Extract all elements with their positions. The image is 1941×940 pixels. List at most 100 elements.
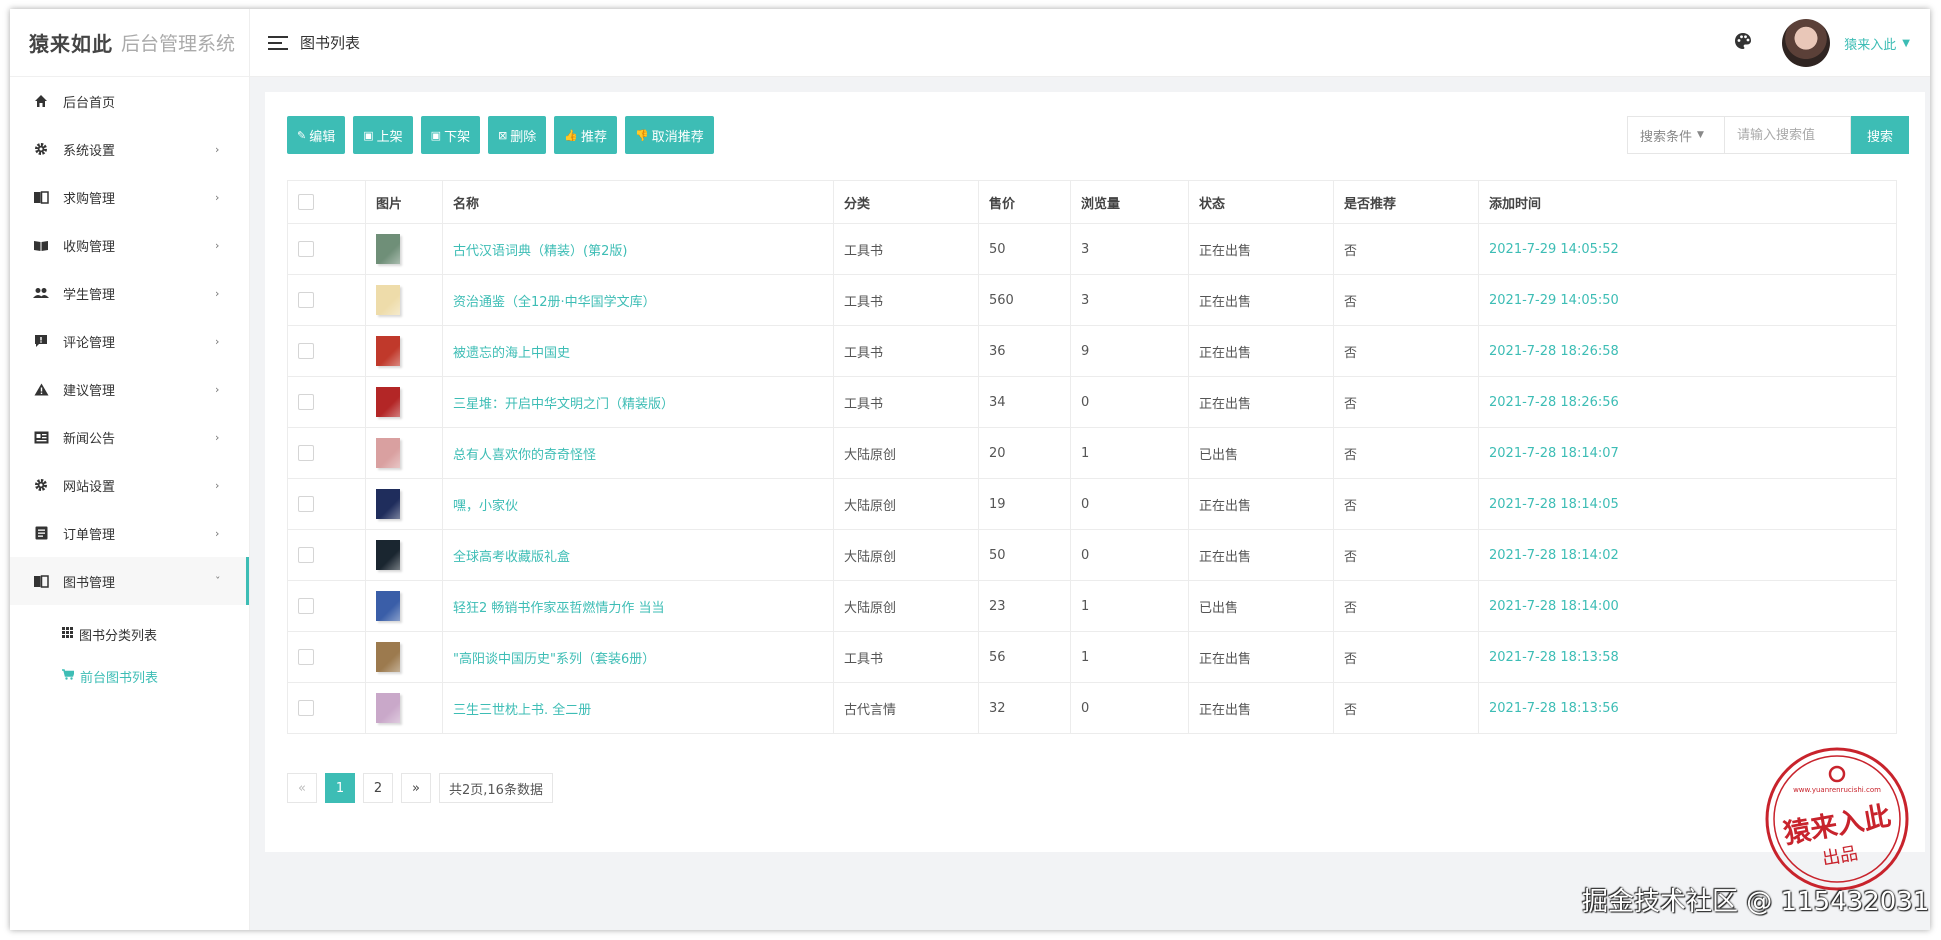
column-header: 添加时间 xyxy=(1478,180,1897,224)
sidebar-item-orders[interactable]: 订单管理 › xyxy=(10,509,249,557)
book-recommended: 否 xyxy=(1333,376,1479,428)
row-checkbox[interactable] xyxy=(298,241,314,257)
sidebar-item-label: 建议管理 xyxy=(63,383,116,399)
sidebar-item-purchase-request[interactable]: 求购管理 › xyxy=(10,173,249,221)
select-all-cell xyxy=(287,180,366,224)
gear-icon xyxy=(31,478,51,492)
news-icon xyxy=(31,431,51,444)
book-added-time: 2021-7-28 18:26:58 xyxy=(1478,325,1897,377)
book-views: 9 xyxy=(1070,325,1189,377)
row-checkbox[interactable] xyxy=(298,343,314,359)
sidebar-item-label: 收购管理 xyxy=(63,239,116,255)
page-button-2[interactable]: 2 xyxy=(363,773,393,803)
row-select-cell xyxy=(287,682,366,734)
book-name-link[interactable]: 嘿，小家伙 xyxy=(453,499,518,514)
select-all-checkbox[interactable] xyxy=(298,194,314,210)
added-time-text: 2021-7-28 18:14:02 xyxy=(1489,547,1619,563)
recommend-button-label: 推荐 xyxy=(581,129,608,145)
row-checkbox[interactable] xyxy=(298,394,314,410)
book-recommended: 否 xyxy=(1333,325,1479,377)
unrecommend-button[interactable]: 👎 取消推荐 xyxy=(625,116,714,154)
row-checkbox[interactable] xyxy=(298,598,314,614)
book-cover-image xyxy=(376,489,400,519)
sidebar-item-label: 新闻公告 xyxy=(63,431,116,447)
sidebar-item-acquisition[interactable]: 收购管理 › xyxy=(10,221,249,269)
chevron-right-icon: › xyxy=(215,334,220,348)
book-image-cell xyxy=(365,376,443,428)
row-select-cell xyxy=(287,580,366,632)
palette-icon[interactable] xyxy=(1734,32,1752,54)
book-category: 古代言情 xyxy=(833,682,979,734)
menu-toggle-icon[interactable] xyxy=(268,35,288,50)
added-time-text: 2021-7-28 18:26:56 xyxy=(1489,394,1619,410)
book-recommended: 否 xyxy=(1333,478,1479,530)
book-views: 1 xyxy=(1070,580,1189,632)
logo[interactable]: 猿来如此 后台管理系统 xyxy=(10,9,249,77)
row-checkbox[interactable] xyxy=(298,700,314,716)
book-name-link[interactable]: 古代汉语词典（精装）(第2版) xyxy=(453,244,627,259)
row-checkbox[interactable] xyxy=(298,445,314,461)
book-status: 正在出售 xyxy=(1188,376,1334,428)
sidebar-item-label: 后台首页 xyxy=(63,95,116,111)
book-image-cell xyxy=(365,223,443,275)
sidebar-item-site-settings[interactable]: 网站设置 › xyxy=(10,461,249,509)
row-checkbox[interactable] xyxy=(298,547,314,563)
book-name-link[interactable]: 总有人喜欢你的奇奇怪怪 xyxy=(453,448,596,463)
sidebar-item-students[interactable]: 学生管理 › xyxy=(10,269,249,317)
search-input[interactable] xyxy=(1725,116,1851,154)
table-row: 三生三世枕上书. 全二册 古代言情 32 0 正在出售否 2021-7-28 18:13:… xyxy=(287,682,1897,734)
sidebar-item-suggestions[interactable]: 建议管理 › xyxy=(10,365,249,413)
table-body: 古代汉语词典（精装）(第2版) 工具书 50 3 正在出售否 2021-7-29 14:0… xyxy=(287,223,1897,734)
search-button[interactable]: 搜索 xyxy=(1851,116,1909,154)
user-name[interactable]: 猿来入此 xyxy=(1844,34,1896,53)
book-category: 工具书 xyxy=(833,376,979,428)
delete-button[interactable]: ⊠ 删除 xyxy=(488,116,547,154)
sidebar-item-books[interactable]: 图书管理 ˇ xyxy=(10,557,249,605)
on-shelf-button[interactable]: ▣ 上架 xyxy=(353,116,413,154)
book-cover-image xyxy=(376,234,400,264)
arrow-down-box-icon: ▣ xyxy=(430,128,442,142)
row-checkbox[interactable] xyxy=(298,496,314,512)
added-time-text: 2021-7-28 18:14:05 xyxy=(1489,496,1619,512)
thumbs-down-icon: 👎 xyxy=(635,128,649,142)
book-added-time: 2021-7-28 18:14:05 xyxy=(1478,478,1897,530)
sidebar-subitem-front-book-list[interactable]: 前台图书列表 xyxy=(10,655,249,697)
book-added-time: 2021-7-28 18:14:02 xyxy=(1478,529,1897,581)
book-name-link[interactable]: 资治通鉴（全12册·中华国学文库） xyxy=(453,295,656,310)
book-name-link[interactable]: 三星堆：开启中华文明之门（精装版） xyxy=(453,397,674,412)
page-button-1[interactable]: 1 xyxy=(325,773,355,803)
edit-button[interactable]: ✎ 编辑 xyxy=(287,116,346,154)
recommend-button[interactable]: 👍 推荐 xyxy=(554,116,618,154)
sidebar-subitem-book-categories[interactable]: 图书分类列表 xyxy=(10,613,249,655)
off-shelf-button[interactable]: ▣ 下架 xyxy=(420,116,481,154)
row-checkbox[interactable] xyxy=(298,649,314,665)
row-checkbox[interactable] xyxy=(298,292,314,308)
book-price: 50 xyxy=(978,529,1071,581)
avatar[interactable] xyxy=(1782,19,1831,67)
search-condition-dropdown[interactable]: 搜索条件 ▼ xyxy=(1627,116,1725,154)
sidebar-item-system-settings[interactable]: 系统设置 › xyxy=(10,125,249,173)
sidebar-item-home[interactable]: 后台首页 xyxy=(10,77,249,125)
caret-down-icon[interactable]: ▼ xyxy=(1902,38,1910,49)
table-row: "高阳谈中国历史"系列（套装6册） 工具书 56 1 正在出售否 2021-7-28 18… xyxy=(287,631,1897,683)
sidebar-item-news[interactable]: 新闻公告 › xyxy=(10,413,249,461)
book-name-link[interactable]: 被遗忘的海上中国史 xyxy=(453,346,570,361)
book-name-link[interactable]: 轻狂2 畅销书作家巫哲燃情力作 当当 xyxy=(453,601,665,616)
row-select-cell xyxy=(287,529,366,581)
column-header: 状态 xyxy=(1188,180,1334,224)
book-cover-image xyxy=(376,387,400,417)
book-name-link[interactable]: "高阳谈中国历史"系列（套装6册） xyxy=(453,652,655,667)
book-image-cell xyxy=(365,274,443,326)
book-name-link[interactable]: 三生三世枕上书. 全二册 xyxy=(453,703,591,718)
search-condition-label: 搜索条件 xyxy=(1640,129,1693,145)
book-name-link[interactable]: 全球高考收藏版礼盒 xyxy=(453,550,570,565)
prev-page-button[interactable]: « xyxy=(287,773,317,803)
row-select-cell xyxy=(287,223,366,275)
sidebar-item-label: 订单管理 xyxy=(63,527,116,543)
table-row: 轻狂2 畅销书作家巫哲燃情力作 当当 大陆原创 23 1 已出售否 2021-7-28 1… xyxy=(287,580,1897,632)
next-page-button[interactable]: » xyxy=(401,773,431,803)
sidebar-menu: 后台首页 系统设置 › 求购管理 › 收购管理 › 学生管理 › 评论管理 › … xyxy=(10,77,249,701)
book-views: 0 xyxy=(1070,682,1189,734)
book-open-icon xyxy=(31,190,51,204)
sidebar-item-comments[interactable]: 评论管理 › xyxy=(10,317,249,365)
